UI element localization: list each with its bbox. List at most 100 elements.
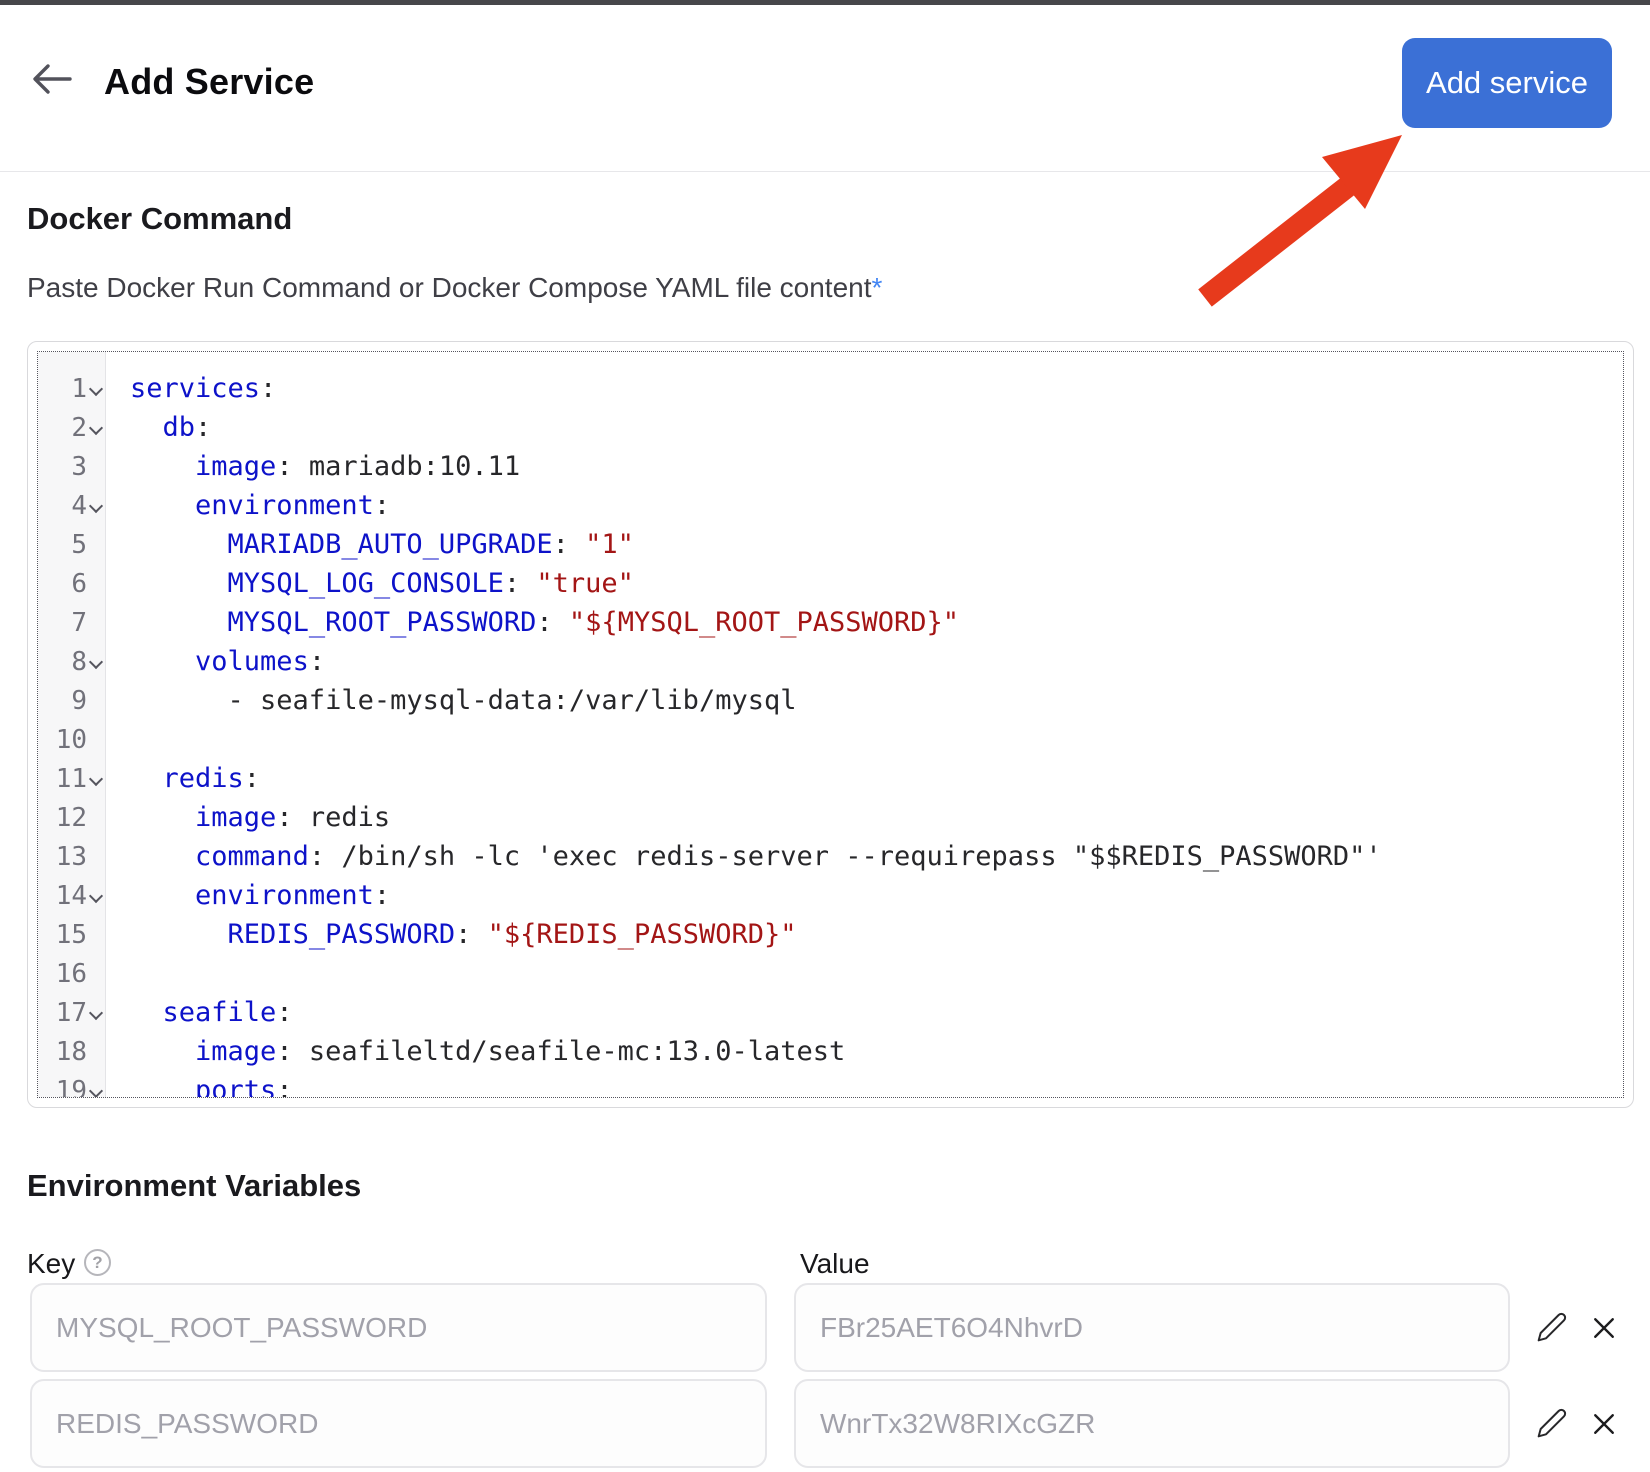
header-divider <box>0 171 1650 172</box>
fold-toggle[interactable] <box>87 759 105 798</box>
line-number: 6 <box>38 569 87 599</box>
chevron-down-icon <box>89 382 103 396</box>
code-token: REDIS_PASSWORD <box>228 919 456 950</box>
gutter-row: 1 <box>38 369 105 408</box>
code-token <box>130 646 195 677</box>
code-line: db: <box>130 408 1623 447</box>
page-title: Add Service <box>104 60 314 104</box>
line-number: 18 <box>38 1037 87 1067</box>
code-token: MYSQL_ROOT_PASSWORD <box>228 607 537 638</box>
code-token <box>130 919 228 950</box>
code-token: : <box>374 880 390 911</box>
pencil-icon <box>1536 1407 1568 1442</box>
line-number: 8 <box>38 647 87 677</box>
edit-value-button[interactable] <box>1534 1406 1570 1442</box>
add-service-button[interactable]: Add service <box>1402 38 1612 128</box>
environment-variables-heading: Environment Variables <box>27 1167 361 1205</box>
code-token: environment <box>195 880 374 911</box>
code-token: ports <box>195 1075 276 1097</box>
code-token: : <box>244 763 260 794</box>
fold-spacer <box>87 720 105 759</box>
back-button[interactable] <box>28 58 76 102</box>
chevron-down-icon <box>89 1006 103 1020</box>
env-value-input[interactable]: FBr25AET6O4NhvrD <box>794 1283 1510 1372</box>
fold-toggle[interactable] <box>87 408 105 447</box>
delete-row-button[interactable] <box>1587 1408 1621 1442</box>
code-line: MARIADB_AUTO_UPGRADE: "1" <box>130 525 1623 564</box>
fold-toggle[interactable] <box>87 486 105 525</box>
fold-toggle[interactable] <box>87 876 105 915</box>
chevron-down-icon <box>89 421 103 435</box>
code-token <box>130 802 195 833</box>
code-line: services: <box>130 369 1623 408</box>
code-token: MYSQL_LOG_CONSOLE <box>228 568 504 599</box>
env-key-input[interactable]: REDIS_PASSWORD <box>30 1379 767 1468</box>
code-editor-inner: 12345678910111213141516171819 services: … <box>38 352 1623 1097</box>
fold-toggle[interactable] <box>87 1071 105 1097</box>
code-token: : <box>260 373 276 404</box>
code-token: : seafileltd/seafile-mc:13.0-latest <box>276 1036 845 1067</box>
code-token <box>130 568 228 599</box>
fold-spacer <box>87 603 105 642</box>
docker-command-heading: Docker Command <box>27 200 292 238</box>
fold-spacer <box>87 798 105 837</box>
code-token: : /bin/sh -lc 'exec redis-server --requi… <box>309 841 1382 872</box>
code-token <box>130 529 228 560</box>
code-line: MYSQL_LOG_CONSOLE: "true" <box>130 564 1623 603</box>
help-icon[interactable]: ? <box>84 1249 111 1276</box>
gutter-row: 6 <box>38 564 105 603</box>
code-editor-scroller: 12345678910111213141516171819 services: … <box>38 352 1623 1097</box>
line-number: 12 <box>38 803 87 833</box>
code-token: environment <box>195 490 374 521</box>
fold-toggle[interactable] <box>87 369 105 408</box>
gutter-row: 17 <box>38 993 105 1032</box>
line-number-gutter: 12345678910111213141516171819 <box>38 352 106 1097</box>
gutter-row: 9 <box>38 681 105 720</box>
gutter-row: 16 <box>38 954 105 993</box>
fold-toggle[interactable] <box>87 642 105 681</box>
code-token <box>130 451 195 482</box>
code-line: ports: <box>130 1071 1623 1097</box>
chevron-down-icon <box>89 772 103 786</box>
edit-value-button[interactable] <box>1534 1310 1570 1346</box>
fold-spacer <box>87 1032 105 1071</box>
code-token <box>130 997 163 1028</box>
code-line: seafile: <box>130 993 1623 1032</box>
line-number: 14 <box>38 881 87 911</box>
add-service-page: Add Service Add service Docker Command P… <box>0 0 1650 1472</box>
code-token: seafile <box>163 997 277 1028</box>
gutter-row: 10 <box>38 720 105 759</box>
code-token: : <box>553 529 586 560</box>
code-token <box>130 490 195 521</box>
gutter-row: 14 <box>38 876 105 915</box>
fold-spacer <box>87 954 105 993</box>
code-line: environment: <box>130 486 1623 525</box>
gutter-row: 5 <box>38 525 105 564</box>
window-chrome-strip <box>0 0 1650 5</box>
env-value-input[interactable]: WnrTx32W8RIXcGZR <box>794 1379 1510 1468</box>
code-token: : <box>374 490 390 521</box>
close-icon <box>1589 1409 1619 1442</box>
code-token <box>130 1075 195 1097</box>
code-line: image: seafileltd/seafile-mc:13.0-latest <box>130 1032 1623 1071</box>
code-token: image <box>195 1036 276 1067</box>
value-column-header: Value <box>800 1247 870 1281</box>
gutter-row: 8 <box>38 642 105 681</box>
line-number: 4 <box>38 491 87 521</box>
fold-spacer <box>87 525 105 564</box>
line-number: 3 <box>38 452 87 482</box>
env-key-input[interactable]: MYSQL_ROOT_PASSWORD <box>30 1283 767 1372</box>
code-line: redis: <box>130 759 1623 798</box>
docker-compose-code-editor[interactable]: 12345678910111213141516171819 services: … <box>27 341 1634 1108</box>
code-token <box>130 412 163 443</box>
code-token: : redis <box>276 802 390 833</box>
line-number: 16 <box>38 959 87 989</box>
fold-spacer <box>87 447 105 486</box>
gutter-row: 18 <box>38 1032 105 1071</box>
fold-toggle[interactable] <box>87 993 105 1032</box>
line-number: 13 <box>38 842 87 872</box>
code-token: "${MYSQL_ROOT_PASSWORD}" <box>569 607 959 638</box>
code-token: - seafile-mysql-data:/var/lib/mysql <box>130 685 796 716</box>
delete-row-button[interactable] <box>1587 1312 1621 1346</box>
line-number: 19 <box>38 1076 87 1098</box>
